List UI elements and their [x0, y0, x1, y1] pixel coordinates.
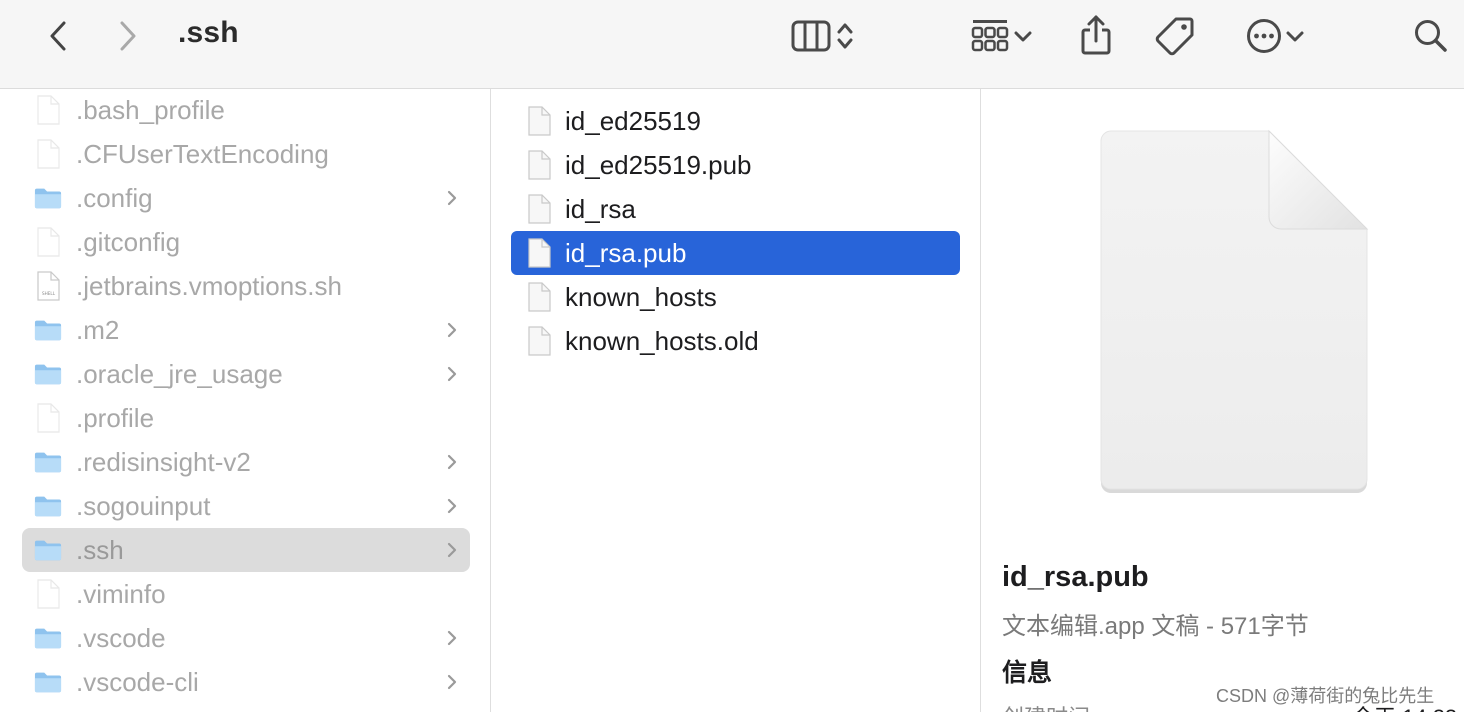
folder-icon — [34, 183, 62, 213]
sidebar-item-redisinsight-v2[interactable]: .redisinsight-v2 — [22, 440, 470, 484]
sidebar-item-label: .vscode — [76, 622, 166, 653]
sidebar-item-label: .vscode-cli — [76, 666, 199, 697]
sidebar-item-label: .CFUserTextEncoding — [76, 138, 329, 169]
chevron-right-icon — [446, 623, 460, 654]
share-button[interactable] — [1076, 12, 1116, 58]
file-item-id-ed25519-pub[interactable]: id_ed25519.pub — [511, 143, 960, 187]
document-icon — [34, 95, 62, 125]
search-icon — [1413, 18, 1449, 54]
file-item-label: id_ed25519.pub — [565, 149, 752, 180]
tag-icon — [1154, 15, 1196, 57]
chevron-right-icon — [446, 315, 460, 346]
file-item-known-hosts-old[interactable]: known_hosts.old — [511, 319, 960, 363]
file-item-label: id_rsa — [565, 193, 636, 224]
sidebar-item-label: .m2 — [76, 314, 120, 345]
sidebar-item-label: .profile — [76, 402, 155, 433]
sidebar-item-label: .gitconfig — [76, 226, 181, 257]
grid-group-icon — [969, 17, 1011, 55]
document-icon — [525, 326, 553, 356]
sidebar-item-oracle-jre-usage[interactable]: .oracle_jre_usage — [22, 352, 470, 396]
info-heading: 信息 — [1002, 659, 1053, 687]
sidebar-item-label: .oracle_jre_usage — [76, 358, 283, 389]
ssh-folder-column: id_ed25519 id_ed25519.pub id_rsa id_rsa.pub… — [491, 89, 981, 712]
document-icon — [525, 150, 553, 180]
document-icon — [34, 227, 62, 257]
file-item-id-rsa-pub[interactable]: id_rsa.pub — [511, 231, 960, 275]
document-icon — [525, 238, 553, 268]
sidebar-item-label: .redisinsight-v2 — [76, 446, 251, 477]
group-button[interactable] — [964, 14, 1040, 58]
ellipsis-circle-icon — [1245, 17, 1283, 55]
sidebar-item-vscode[interactable]: .vscode — [22, 616, 470, 660]
sidebar-item-label: .ssh — [76, 534, 124, 565]
folder-icon — [34, 667, 62, 697]
folder-icon — [34, 535, 62, 565]
document-preview-icon — [1099, 129, 1371, 508]
chevron-updown-icon — [834, 19, 856, 53]
chevron-right-icon — [118, 20, 138, 52]
sidebar-item-viminfo[interactable]: .viminfo — [22, 572, 470, 616]
chevron-right-icon — [446, 359, 460, 390]
parent-column: .bash_profile .CFUserTextEncoding .config.… — [0, 89, 491, 712]
file-item-known-hosts[interactable]: known_hosts — [511, 275, 960, 319]
file-item-label: id_ed25519 — [565, 105, 701, 136]
column-view-icon — [790, 19, 834, 53]
chevron-down-icon — [1283, 26, 1307, 46]
file-item-id-rsa[interactable]: id_rsa — [511, 187, 960, 231]
view-mode-button[interactable] — [782, 16, 864, 56]
sidebar-item-label: .sogouinput — [76, 490, 211, 521]
sidebar-item-gitconfig[interactable]: .gitconfig — [22, 220, 470, 264]
sidebar-item-label: .bash_profile — [76, 94, 225, 125]
sidebar-item-jetbrains-vmoptions-sh[interactable]: SHELL .jetbrains.vmoptions.sh — [22, 264, 470, 308]
sidebar-item-config[interactable]: .config — [22, 176, 470, 220]
chevron-left-icon — [48, 20, 68, 52]
preview-file-name: id_rsa.pub — [1002, 561, 1149, 593]
file-item-label: known_hosts.old — [565, 325, 759, 356]
document-icon — [34, 403, 62, 433]
sidebar-item-label: .viminfo — [76, 578, 166, 609]
sidebar-item-ssh[interactable]: .ssh — [22, 528, 470, 572]
file-item-label: id_rsa.pub — [565, 237, 687, 268]
sidebar-item-profile[interactable]: .profile — [22, 396, 470, 440]
folder-icon — [34, 315, 62, 345]
chevron-right-icon — [446, 667, 460, 698]
sidebar-item-label: .config — [76, 182, 153, 213]
file-item-label: known_hosts — [565, 281, 717, 312]
document-icon — [525, 194, 553, 224]
chevron-right-icon — [446, 491, 460, 522]
chevron-right-icon — [446, 183, 460, 214]
tag-button[interactable] — [1152, 14, 1198, 58]
sidebar-item-cfusertextencoding[interactable]: .CFUserTextEncoding — [22, 132, 470, 176]
share-icon — [1079, 14, 1113, 56]
forward-button[interactable] — [110, 18, 146, 54]
chevron-down-icon — [1011, 26, 1035, 46]
preview-pane: id_rsa.pub 文本编辑.app 文稿 - 571字节 信息 创建时间 今… — [981, 89, 1464, 712]
more-actions-button[interactable] — [1240, 16, 1312, 56]
created-label: 创建时间 — [1002, 700, 1090, 712]
preview-file-kind: 文本编辑.app 文稿 - 571字节 — [1002, 613, 1309, 640]
chevron-right-icon — [446, 535, 460, 566]
toolbar: .ssh — [0, 0, 1464, 89]
sidebar-item-label: .jetbrains.vmoptions.sh — [76, 270, 342, 301]
document-icon — [525, 282, 553, 312]
document-icon — [34, 579, 62, 609]
file-item-id-ed25519[interactable]: id_ed25519 — [511, 99, 960, 143]
document-icon — [34, 139, 62, 169]
document-icon — [525, 106, 553, 136]
search-button[interactable] — [1410, 16, 1452, 56]
folder-icon — [34, 447, 62, 477]
sidebar-item-sogouinput[interactable]: .sogouinput — [22, 484, 470, 528]
shell-badge: SHELL — [42, 291, 56, 296]
back-button[interactable] — [40, 18, 76, 54]
folder-icon — [34, 491, 62, 521]
window-title: .ssh — [178, 16, 239, 49]
sidebar-item-bash-profile[interactable]: .bash_profile — [22, 89, 470, 132]
folder-icon — [34, 623, 62, 653]
watermark: CSDN @薄荷街的兔比先生 — [1216, 686, 1435, 706]
folder-icon — [34, 359, 62, 389]
shell-script-icon: SHELL — [34, 271, 62, 301]
chevron-right-icon — [446, 447, 460, 478]
sidebar-item-vscode-cli[interactable]: .vscode-cli — [22, 660, 470, 704]
sidebar-item-m2[interactable]: .m2 — [22, 308, 470, 352]
